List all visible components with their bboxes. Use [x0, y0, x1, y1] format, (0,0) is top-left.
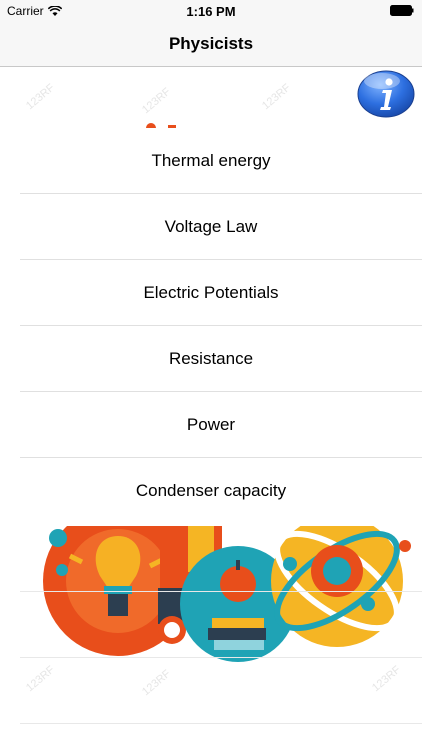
status-time: 1:16 PM	[186, 4, 236, 19]
list-item[interactable]: Electric Potentials	[0, 260, 422, 326]
info-icon	[357, 70, 415, 118]
list-item[interactable]: Thermal energy	[0, 128, 422, 194]
watermark: 123RF	[24, 81, 58, 113]
list-item-label: Power	[186, 415, 236, 434]
watermark: 123RF	[140, 85, 174, 117]
list-item[interactable]: Resistance	[0, 326, 422, 392]
physics-illustration	[43, 526, 411, 662]
navigation-bar: Physicists	[0, 22, 422, 67]
row-separator	[20, 657, 422, 658]
list-item[interactable]: Condenser capacity	[0, 458, 422, 524]
page-title: Physicists	[168, 34, 254, 53]
list-item-label: Resistance	[168, 349, 254, 368]
topic-list: Thermal energy Voltage Law Electric Pote…	[0, 128, 422, 526]
list-item-label: Condenser capacity	[135, 481, 287, 500]
battery-icon	[390, 5, 414, 16]
row-separator	[20, 591, 422, 592]
list-item[interactable]: Power	[0, 392, 422, 458]
watermark: 123RF	[260, 81, 294, 113]
status-bar: Carrier 1:16 PM	[0, 0, 422, 22]
row-separator	[20, 723, 422, 724]
info-button[interactable]	[356, 69, 416, 119]
list-item-label: Voltage Law	[164, 217, 258, 236]
list-item[interactable]: Voltage Law	[0, 194, 422, 260]
list-item-label: Thermal energy	[151, 151, 271, 170]
list-item-label: Electric Potentials	[143, 283, 279, 302]
